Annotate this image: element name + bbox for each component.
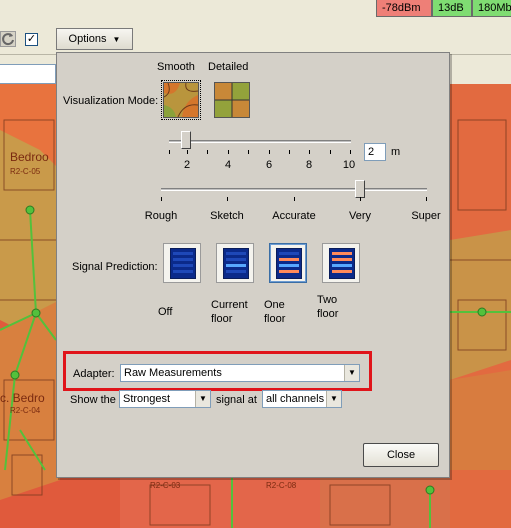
channels-select[interactable]: all channels ▼ bbox=[262, 390, 342, 408]
building-icon bbox=[329, 248, 355, 279]
quality-tick-label: Accurate bbox=[272, 210, 316, 222]
strength-value: Strongest bbox=[123, 393, 171, 405]
toolbar-checkbox[interactable]: ✓ bbox=[25, 33, 38, 46]
prediction-one-floor-button[interactable] bbox=[269, 243, 307, 283]
chevron-down-icon[interactable]: ▼ bbox=[195, 391, 210, 407]
size-unit-label: m bbox=[391, 146, 401, 158]
size-slider-tick bbox=[289, 150, 290, 154]
size-slider-thumb[interactable] bbox=[181, 131, 191, 149]
prediction-off-label: Off bbox=[158, 306, 173, 318]
room-label-bedroom-c: c. Bedro bbox=[0, 391, 45, 405]
prediction-two-label: floor bbox=[317, 308, 339, 320]
quality-slider-track[interactable] bbox=[161, 188, 427, 191]
prediction-off-button[interactable] bbox=[163, 243, 201, 283]
size-slider-tick bbox=[248, 150, 249, 154]
size-tick-label: 8 bbox=[305, 159, 313, 171]
size-tick-label: 6 bbox=[265, 159, 273, 171]
size-slider-tick bbox=[228, 150, 229, 154]
quality-slider-thumb[interactable] bbox=[355, 180, 365, 198]
viz-mode-label: Visualization Mode: bbox=[63, 95, 159, 107]
adapter-select[interactable]: Raw Measurements ▼ bbox=[120, 364, 360, 382]
close-button[interactable]: Close bbox=[363, 443, 439, 467]
quality-tick-label: Sketch bbox=[210, 210, 244, 222]
quality-tick-label: Rough bbox=[144, 210, 178, 222]
options-panel: Smooth Detailed Visualization Mode: 2 4 … bbox=[56, 52, 450, 478]
size-slider-track[interactable] bbox=[169, 140, 351, 143]
quality-slider-tick bbox=[360, 197, 361, 201]
quality-slider-tick bbox=[227, 197, 228, 201]
building-icon bbox=[170, 248, 196, 279]
strength-select[interactable]: Strongest ▼ bbox=[119, 390, 211, 408]
chevron-down-icon[interactable]: ▼ bbox=[344, 365, 359, 381]
room-label-bedroom: Bedroo bbox=[10, 150, 49, 164]
size-slider-tick bbox=[269, 150, 270, 154]
size-tick-label: 2 bbox=[183, 159, 191, 171]
adapter-label: Adapter: bbox=[73, 368, 115, 380]
room-code-label: R2-C-05 bbox=[10, 167, 41, 176]
size-slider-tick bbox=[309, 150, 310, 154]
search-input[interactable] bbox=[0, 64, 56, 84]
room-code-label: R2-C-04 bbox=[10, 406, 41, 415]
signal-prediction-label: Signal Prediction: bbox=[72, 261, 158, 273]
room-code-label: R2-C-03 bbox=[150, 481, 181, 490]
building-icon bbox=[223, 248, 249, 279]
prediction-two-label: Two bbox=[317, 294, 338, 306]
smooth-map-icon bbox=[164, 83, 198, 117]
prediction-current-label: Current bbox=[211, 299, 248, 311]
room-code-label: R2-C-08 bbox=[266, 481, 297, 490]
legend-signal-strength: -78dBm bbox=[376, 0, 432, 17]
options-button[interactable]: Options ▼ bbox=[56, 28, 133, 50]
size-value-input[interactable]: 2 bbox=[364, 143, 386, 161]
quality-slider-tick bbox=[161, 197, 162, 201]
refresh-button[interactable] bbox=[0, 31, 16, 47]
detailed-map-icon bbox=[215, 83, 249, 117]
adapter-value: Raw Measurements bbox=[124, 367, 222, 379]
prediction-current-label: floor bbox=[211, 313, 233, 325]
legend-rate: 180Mb bbox=[472, 0, 511, 17]
viz-smooth-option[interactable] bbox=[161, 80, 201, 120]
prediction-one-label: floor bbox=[264, 313, 286, 325]
chevron-down-icon[interactable]: ▼ bbox=[326, 391, 341, 407]
quality-tick-label: Super bbox=[411, 210, 441, 222]
size-slider-tick bbox=[330, 150, 331, 154]
size-tick-label: 10 bbox=[342, 159, 356, 171]
viz-smooth-label: Smooth bbox=[157, 61, 195, 73]
prediction-two-floor-button[interactable] bbox=[322, 243, 360, 283]
channels-value: all channels bbox=[266, 393, 325, 405]
size-slider-tick bbox=[207, 150, 208, 154]
viz-detailed-option[interactable] bbox=[214, 82, 250, 118]
refresh-icon bbox=[2, 33, 14, 46]
quality-slider-tick bbox=[294, 197, 295, 201]
viz-detailed-label: Detailed bbox=[208, 61, 249, 73]
signal-legend: -78dBm 13dB 180Mb bbox=[376, 0, 511, 18]
signal-at-label: signal at bbox=[216, 394, 257, 406]
building-icon bbox=[276, 248, 302, 279]
quality-tick-label: Very bbox=[348, 210, 371, 222]
size-slider-tick bbox=[169, 150, 170, 154]
size-slider-tick bbox=[350, 150, 351, 154]
show-the-label: Show the bbox=[70, 394, 116, 406]
size-slider-tick bbox=[187, 150, 188, 154]
prediction-current-floor-button[interactable] bbox=[216, 243, 254, 283]
quality-slider-tick bbox=[426, 197, 427, 201]
prediction-one-label: One bbox=[264, 299, 285, 311]
legend-snr: 13dB bbox=[432, 0, 472, 17]
size-tick-label: 4 bbox=[224, 159, 232, 171]
chevron-down-icon: ▼ bbox=[112, 35, 121, 44]
options-label: Options bbox=[68, 33, 107, 45]
